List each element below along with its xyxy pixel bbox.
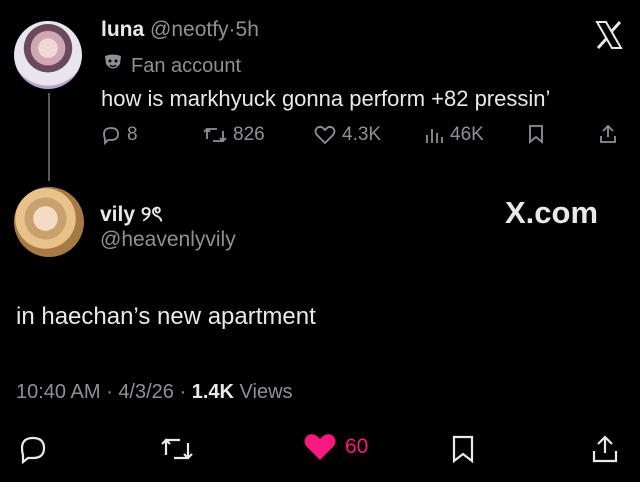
quoted-separator: · — [228, 18, 236, 41]
quoted-reply-button[interactable]: 8 — [101, 124, 138, 146]
thread-line — [48, 93, 50, 181]
like-count: 60 — [345, 435, 369, 458]
tweet-text: in haechan’s new apartment — [16, 303, 316, 330]
heart-icon — [304, 434, 336, 460]
like-button[interactable]: 60 — [303, 432, 368, 462]
quoted-views-button[interactable]: 46K — [424, 124, 484, 146]
tweet-display-name-text: vily ୨ৎ — [100, 203, 163, 226]
bookmark-button[interactable] — [450, 434, 476, 469]
bookmark-icon — [452, 435, 474, 464]
avatar-vily[interactable] — [14, 187, 84, 257]
share-icon — [592, 435, 618, 463]
tweet-meta: 10:40 AM · 4/3/26 · 1.4K Views — [16, 381, 293, 404]
repost-icon — [161, 438, 193, 460]
tweet-time[interactable]: 10:40 AM — [16, 381, 101, 403]
quoted-display-name[interactable]: luna — [101, 18, 144, 41]
fan-account-badge: Fan account — [103, 53, 241, 79]
tweet-views-label: Views — [239, 381, 293, 403]
quoted-handle[interactable]: @neotfy — [150, 18, 229, 41]
bookmark-icon — [529, 125, 543, 144]
x-logo-icon[interactable] — [594, 20, 624, 55]
reply-button[interactable] — [18, 434, 48, 469]
reply-icon — [20, 436, 46, 465]
avatar-luna[interactable] — [14, 21, 82, 89]
quoted-share-button[interactable] — [598, 124, 618, 144]
quoted-repost-count: 826 — [233, 124, 265, 145]
repost-button[interactable] — [160, 434, 194, 469]
quoted-repost-button[interactable]: 826 — [203, 124, 265, 146]
meta-separator-2: · — [179, 381, 187, 403]
quoted-time[interactable]: 5h — [236, 18, 259, 41]
tweet-handle[interactable]: @heavenlyvily — [100, 228, 236, 252]
quoted-text: how is markhyuck gonna perform +82 press… — [101, 86, 551, 111]
quoted-views-count: 46K — [450, 124, 484, 145]
quoted-like-count: 4.3K — [342, 124, 382, 145]
meta-separator-1: · — [106, 381, 113, 403]
quoted-bookmark-button[interactable] — [527, 124, 545, 144]
quoted-like-button[interactable]: 4.3K — [314, 124, 381, 146]
tweet-date[interactable]: 4/3/26 — [118, 381, 174, 403]
fan-account-label: Fan account — [131, 54, 242, 77]
reply-icon — [103, 127, 119, 145]
watermark-x-com: X.com — [505, 195, 599, 230]
theater-mask-icon — [103, 53, 123, 79]
repost-icon — [203, 127, 227, 143]
tweet-views-count: 1.4K — [191, 381, 234, 403]
share-icon — [600, 124, 616, 143]
share-button[interactable] — [590, 434, 620, 469]
quoted-reply-count: 8 — [127, 124, 138, 145]
quoted-header: luna @neotfy·5h — [101, 18, 259, 42]
heart-icon — [314, 125, 336, 145]
bar-chart-icon — [426, 129, 443, 143]
